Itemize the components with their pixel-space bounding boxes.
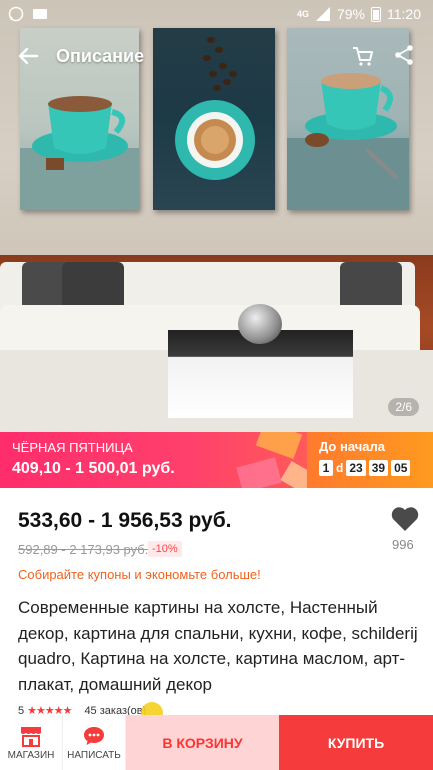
status-bar: 4G 79% 11:20: [0, 0, 433, 28]
store-button[interactable]: МАГАЗИН: [0, 715, 63, 770]
page-title: Описание: [56, 45, 145, 66]
black-friday-banner[interactable]: ЧЁРНАЯ ПЯТНИЦА 409,10 - 1 500,01 руб. До…: [0, 432, 433, 488]
product-price: 533,60 - 1 956,53 руб.: [18, 509, 232, 532]
share-icon[interactable]: [393, 44, 415, 68]
whatsapp-icon: [8, 6, 24, 22]
countdown-hours: 23: [346, 460, 366, 476]
arrow-back-icon: [18, 47, 39, 65]
countdown-minutes: 39: [368, 460, 389, 476]
add-to-cart-button[interactable]: В КОРЗИНУ: [126, 715, 279, 770]
confetti-decoration: [236, 432, 307, 488]
battery-icon: [371, 6, 381, 22]
wishlist-button[interactable]: [390, 505, 420, 533]
countdown-timer: 1 d 23 39 05: [319, 460, 433, 476]
cart-icon[interactable]: [351, 44, 375, 68]
store-label: МАГАЗИН: [7, 749, 55, 761]
signal-icon: [315, 6, 331, 22]
chat-icon: [84, 726, 104, 745]
image-counter: 2/6: [388, 398, 419, 416]
message-button[interactable]: НАПИСАТЬ: [63, 715, 126, 770]
bottom-action-bar: МАГАЗИН НАПИСАТЬ В КОРЗИНУ КУПИТЬ: [0, 715, 433, 770]
countdown-label: До начала: [319, 439, 385, 454]
coupon-link[interactable]: Собирайте купоны и экономьте больше!: [18, 567, 261, 582]
buy-now-button[interactable]: КУПИТЬ: [279, 715, 433, 770]
discount-badge: -10%: [148, 541, 182, 557]
heart-icon: [391, 507, 419, 531]
clock: 11:20: [387, 6, 421, 22]
top-nav: Описание: [0, 34, 433, 78]
wishlist-count: 996: [392, 537, 414, 552]
promo-price-block: ЧЁРНАЯ ПЯТНИЦА 409,10 - 1 500,01 руб.: [0, 432, 307, 488]
pillow: [340, 262, 402, 310]
old-price: 592,89 - 2 173,93 руб.: [18, 542, 149, 557]
countdown-days: 1: [319, 460, 333, 476]
store-icon: [21, 726, 41, 747]
network-type: 4G: [296, 8, 309, 19]
battery-percent: 79%: [336, 6, 365, 22]
image-notification-icon: [32, 6, 48, 22]
countdown-block: До начала 1 d 23 39 05: [307, 432, 433, 488]
countdown-seconds: 05: [391, 460, 411, 476]
back-button[interactable]: [0, 34, 56, 78]
pillow: [62, 262, 124, 310]
decor-vase: [238, 304, 282, 344]
product-description: Современные картины на холсте, Настенный…: [18, 598, 418, 694]
message-label: НАПИСАТЬ: [67, 749, 121, 761]
countdown-days-unit: d: [336, 461, 344, 475]
